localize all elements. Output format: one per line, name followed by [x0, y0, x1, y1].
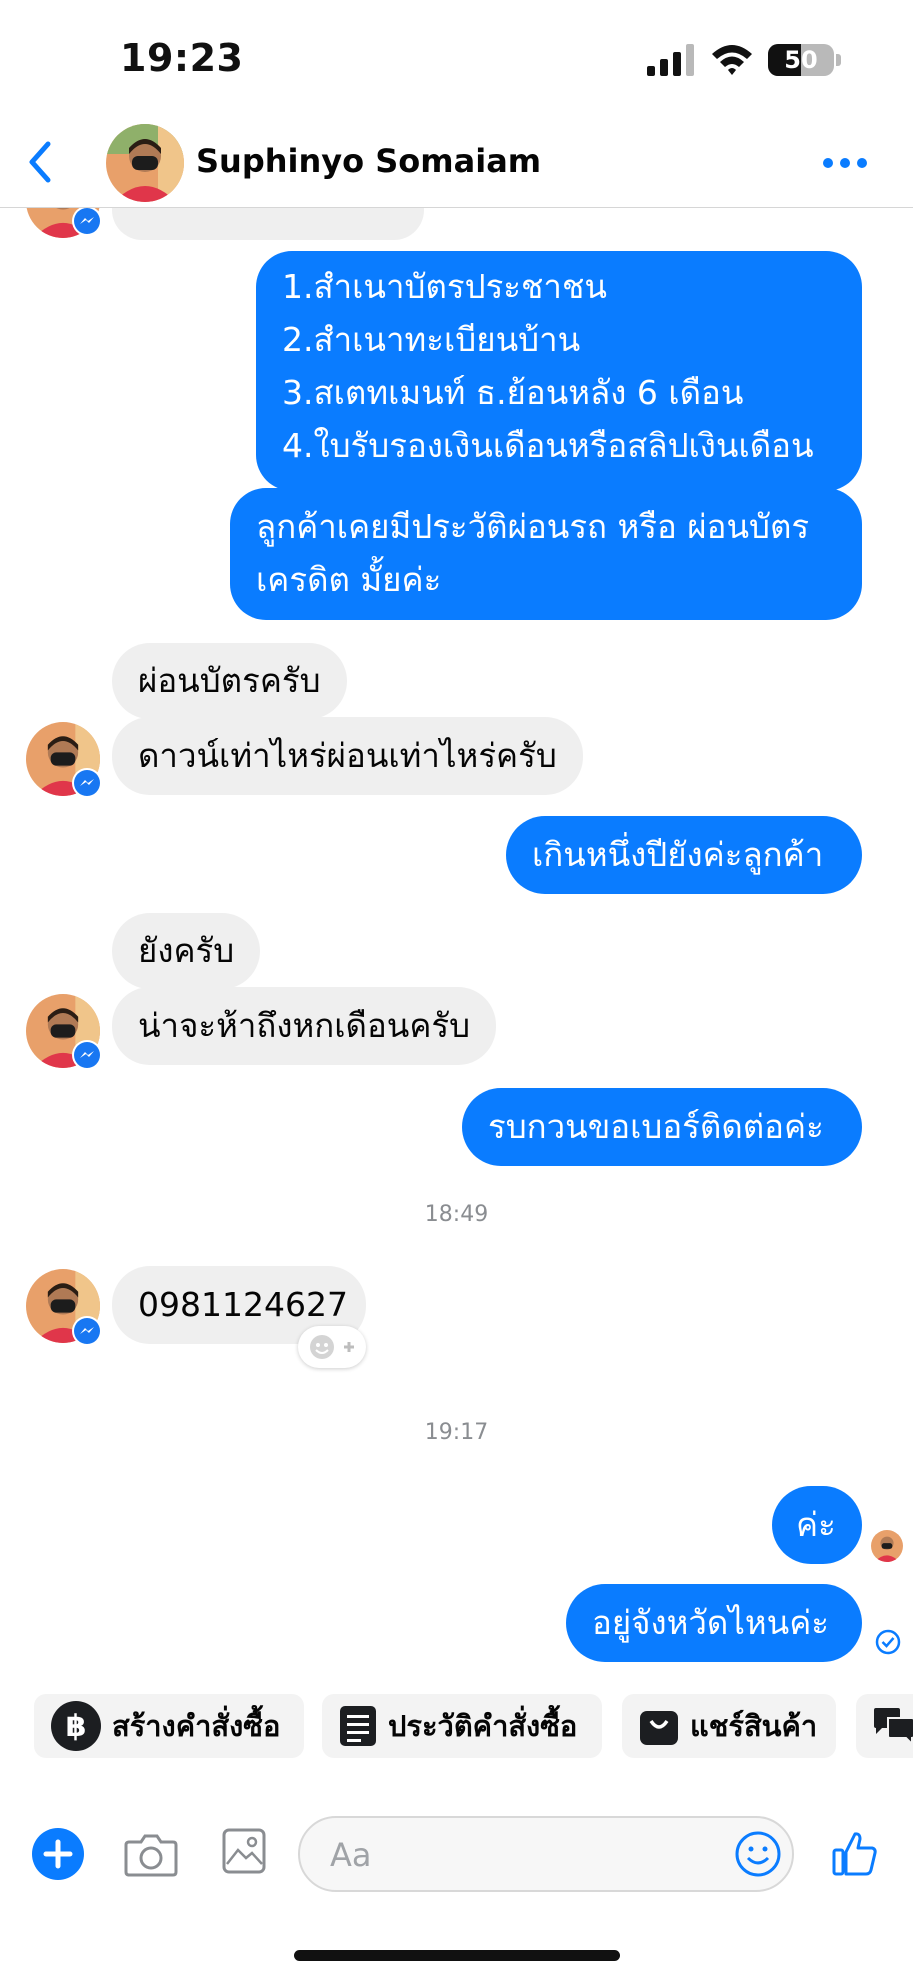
- outgoing-message[interactable]: อยู่จังหวัดไหนค่ะ: [566, 1584, 862, 1662]
- incoming-message[interactable]: ผ่อนบัตรครับ: [112, 643, 347, 719]
- message-bubble-cut[interactable]: [112, 208, 424, 240]
- outgoing-message[interactable]: 1.สำเนาบัตรประชาชน 2.สำเนาทะเบียนบ้าน 3.…: [256, 251, 862, 491]
- contact-name[interactable]: Suphinyo Somaiam: [196, 142, 541, 180]
- create-order-label: สร้างคำสั่งซื้อ: [112, 1709, 281, 1743]
- chat-bubbles-icon: [874, 1708, 913, 1746]
- message-list[interactable]: 1.สำเนาบัตรประชาชน 2.สำเนาทะเบียนบ้าน 3.…: [0, 208, 913, 1678]
- order-history-button[interactable]: ประวัติคำสั่งซื้อ: [322, 1694, 602, 1758]
- messenger-badge-icon: [72, 1040, 102, 1070]
- messenger-badge-icon: [72, 1316, 102, 1346]
- contact-avatar-image: [106, 124, 184, 202]
- share-product-label: แชร์สินค้า: [690, 1709, 818, 1743]
- message-line: 2.สำเนาทะเบียนบ้าน: [282, 320, 581, 359]
- incoming-message[interactable]: น่าจะห้าถึงหกเดือนครับ: [112, 987, 497, 1065]
- composer: [0, 1800, 913, 1910]
- message-line: ลูกค้าเคยมีประวัติผ่อนรถ หรือ ผ่อนบัตร: [256, 507, 810, 546]
- messages-chip-button[interactable]: [856, 1694, 913, 1758]
- cellular-signal-icon: [647, 44, 694, 76]
- thumbs-up-icon[interactable]: [830, 1828, 880, 1878]
- incoming-message[interactable]: ดาวน์เท่าไหร่ผ่อนเท่าไหร่ครับ: [112, 717, 583, 795]
- more-options-icon[interactable]: [820, 148, 870, 178]
- gallery-icon[interactable]: [222, 1828, 266, 1874]
- message-line: 3.สเตทเมนท์ ธ.ย้อนหลัง 6 เดือน: [282, 373, 744, 412]
- quick-actions-bar: ฿ สร้างคำสั่งซื้อ ประวัติคำสั่งซื้อ แชร์…: [0, 1694, 913, 1764]
- outgoing-message[interactable]: ลูกค้าเคยมีประวัติผ่อนรถ หรือ ผ่อนบัตร เ…: [230, 488, 862, 620]
- share-product-button[interactable]: แชร์สินค้า: [622, 1694, 836, 1758]
- message-input[interactable]: [330, 1832, 690, 1878]
- baht-icon: ฿: [51, 1701, 101, 1751]
- contact-avatar[interactable]: [106, 124, 184, 202]
- battery-cap: [836, 54, 841, 66]
- svg-text:฿: ฿: [66, 1709, 87, 1744]
- message-line: 4.ใบรับรองเงินเดือนหรือสลิปเงินเดือน: [282, 426, 814, 465]
- shop-bag-icon: [640, 1711, 678, 1745]
- messenger-badge-icon: [72, 768, 102, 798]
- message-input-box[interactable]: [298, 1816, 794, 1892]
- delivered-check-icon: [875, 1629, 901, 1655]
- message-line: 1.สำเนาบัตรประชาชน: [282, 267, 607, 306]
- battery-percent: 50: [784, 46, 818, 74]
- camera-icon[interactable]: [124, 1830, 178, 1878]
- battery-icon: 50: [768, 44, 834, 76]
- list-document-icon: [340, 1706, 376, 1746]
- timestamp: 18:49: [424, 1202, 489, 1227]
- status-time: 19:23: [120, 36, 244, 80]
- seen-avatar: [871, 1530, 903, 1562]
- timestamp: 19:17: [424, 1420, 489, 1445]
- add-plus-icon[interactable]: [30, 1826, 86, 1882]
- outgoing-message[interactable]: เกินหนึ่งปียังค่ะลูกค้า: [506, 816, 862, 894]
- add-reaction-icon[interactable]: [298, 1326, 366, 1368]
- status-bar: 19:23 50: [0, 0, 913, 120]
- messenger-badge-icon: [72, 208, 102, 236]
- incoming-message[interactable]: ยังครับ: [112, 913, 261, 989]
- conversation-header: Suphinyo Somaiam: [0, 120, 913, 208]
- home-indicator: [294, 1950, 620, 1961]
- message-line: เครดิต มั้ยค่ะ: [256, 560, 442, 599]
- outgoing-message[interactable]: รบกวนขอเบอร์ติดต่อค่ะ: [462, 1088, 862, 1166]
- create-order-button[interactable]: ฿ สร้างคำสั่งซื้อ: [34, 1694, 304, 1758]
- outgoing-message[interactable]: ค่ะ: [772, 1486, 862, 1564]
- order-history-label: ประวัติคำสั่งซื้อ: [388, 1709, 578, 1743]
- back-chevron-icon[interactable]: [20, 136, 60, 188]
- emoji-icon[interactable]: [734, 1830, 782, 1878]
- wifi-icon: [712, 45, 752, 75]
